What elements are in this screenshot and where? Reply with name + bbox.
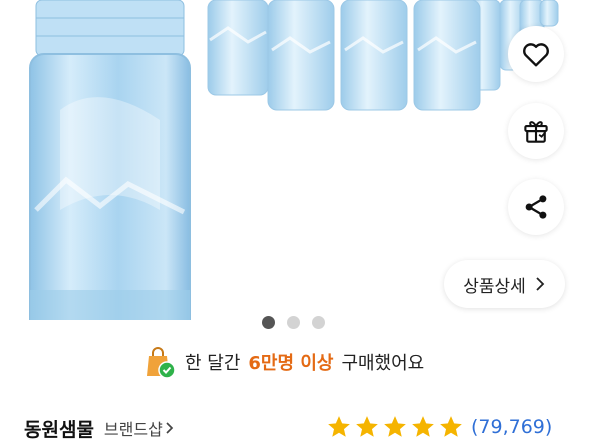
large-bottle: [29, 0, 191, 320]
star-icon: [384, 416, 406, 437]
brand-shop-label: 브랜드샵: [103, 420, 163, 439]
carousel-indicator: [262, 316, 325, 329]
bottle-pack: [207, 0, 559, 111]
carousel-dot[interactable]: [287, 316, 300, 329]
purchase-highlight: 6만명 이상: [248, 353, 334, 374]
purchase-notice: 한 달간 6만명 이상 구매했어요: [143, 345, 424, 379]
review-count-link[interactable]: (79,769): [471, 416, 552, 438]
star-icon: [328, 416, 350, 437]
star-icon: [440, 416, 462, 437]
purchase-prefix: 한 달간: [185, 353, 241, 374]
chevron-right-icon: [536, 277, 545, 291]
star-icon: [356, 416, 378, 437]
purchase-suffix: 구매했어요: [341, 353, 425, 374]
heart-icon: [523, 43, 549, 67]
gift-button[interactable]: [508, 103, 564, 159]
carousel-dot[interactable]: [262, 316, 275, 329]
star-icon: [412, 416, 434, 437]
product-detail-button[interactable]: 상품상세: [444, 260, 565, 308]
brand-shop-link[interactable]: 브랜드샵: [104, 416, 175, 440]
chevron-right-icon: [166, 422, 174, 434]
shopping-bag-check-icon: [147, 347, 176, 379]
product-detail-label: 상품상세: [463, 276, 526, 297]
wishlist-button[interactable]: [508, 26, 564, 82]
share-icon: [525, 195, 547, 219]
rating-stars: [326, 414, 464, 440]
gift-icon: [524, 121, 548, 143]
share-button[interactable]: [508, 179, 564, 235]
brand-name: 동원샘물: [24, 418, 94, 441]
carousel-dot[interactable]: [312, 316, 325, 329]
